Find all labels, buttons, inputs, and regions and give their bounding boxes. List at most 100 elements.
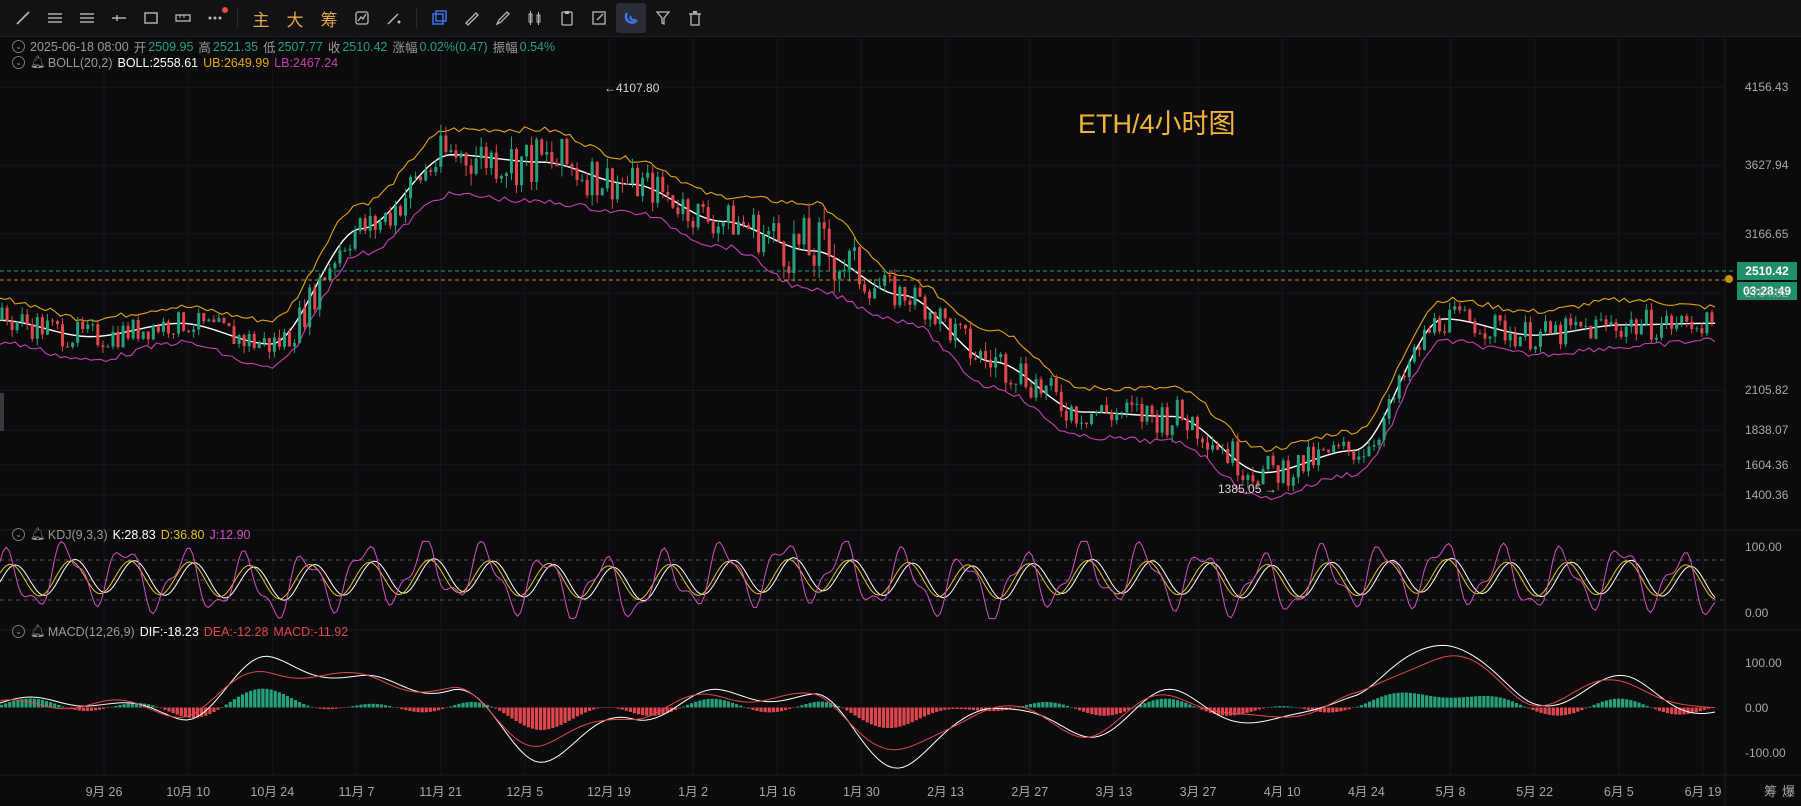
candle-body [1226, 448, 1230, 463]
candle-body [1347, 441, 1351, 451]
macd-histogram-bar [494, 707, 498, 709]
candlestick-icon[interactable] [520, 3, 550, 33]
horizontal-ray-icon[interactable] [104, 3, 134, 33]
candle-body [378, 221, 382, 230]
macd-histogram-bar [1045, 701, 1049, 708]
macd-histogram-bar [294, 700, 298, 708]
collapse-icon[interactable]: ⌄ [12, 40, 25, 53]
macd-histogram-bar [163, 707, 167, 710]
rectangle-icon[interactable] [136, 3, 166, 33]
chip-distribution-button[interactable]: 筹 [313, 3, 345, 33]
macd-histogram-bar [1151, 700, 1155, 708]
bell-icon[interactable]: 🔔︎ [30, 624, 46, 639]
macd-y-tick-label: 0.00 [1745, 700, 1769, 715]
boll-lb: LB:2467.24 [274, 55, 339, 70]
macd-histogram-bar [873, 707, 878, 726]
macd-histogram-bar [167, 707, 171, 712]
candle-body [1090, 413, 1094, 425]
candle-body [1493, 315, 1497, 337]
macd-histogram-bar [939, 707, 943, 711]
magnet-icon[interactable] [616, 3, 646, 33]
macd-histogram-bar [926, 707, 931, 715]
main-indicator-button[interactable]: 主 [245, 3, 277, 33]
candle-body [1352, 450, 1356, 460]
macd-histogram-bar [1470, 696, 1474, 708]
candle-body [459, 153, 463, 158]
note-edit-icon[interactable] [584, 3, 614, 33]
candle-body [1160, 407, 1164, 433]
candle-body [45, 320, 49, 335]
edit-drawing-icon[interactable] [379, 3, 409, 33]
macd-histogram-bar [151, 705, 155, 708]
x-tick-label: 4月 24 [1347, 785, 1385, 799]
candle-body [91, 324, 95, 326]
candle-body [1473, 321, 1477, 334]
liquidation-toggle[interactable]: 爆 [1782, 781, 1795, 800]
candle-body [726, 205, 730, 223]
collapse-icon[interactable]: ⌄ [12, 56, 25, 69]
candle-body [1306, 446, 1310, 472]
candle-body [30, 324, 34, 339]
candle-body [1140, 403, 1144, 422]
macd-histogram-bar [947, 707, 951, 710]
pencil-icon[interactable] [488, 3, 518, 33]
candle-body [449, 150, 453, 153]
indicator-icon[interactable] [347, 3, 377, 33]
candle-body [363, 218, 367, 231]
macd-histogram-bar [1453, 697, 1457, 708]
candle-body [1034, 379, 1038, 398]
x-tick-label: 11月 7 [338, 785, 375, 799]
candle-body [1322, 449, 1326, 451]
macd-histogram-bar [1323, 707, 1327, 713]
trendline-icon[interactable] [8, 3, 38, 33]
clipboard-icon[interactable] [552, 3, 582, 33]
measure-icon[interactable] [456, 3, 486, 33]
collapse-icon[interactable]: ⌄ [12, 528, 25, 541]
x-tick-label: 5月 22 [1516, 785, 1554, 799]
layers-icon[interactable] [424, 3, 454, 33]
candle-body [1483, 333, 1487, 339]
candle-body [0, 307, 4, 321]
macd-histogram-bar [298, 702, 302, 708]
macd-histogram-bar [175, 707, 179, 715]
macd-histogram-bar [1670, 707, 1674, 714]
candle-body [232, 326, 236, 344]
macd-dif: DIF:-18.23 [139, 624, 199, 639]
macd-histogram-bar [114, 705, 118, 708]
candle-body [812, 255, 816, 266]
chips-toggle[interactable]: 筹 [1764, 781, 1777, 800]
large-order-button[interactable]: 大 [279, 3, 311, 33]
panel-resize-handle[interactable] [0, 393, 4, 431]
macd-histogram-bar [588, 707, 592, 711]
trash-icon[interactable] [680, 3, 710, 33]
parallel-channel-icon[interactable] [72, 3, 102, 33]
macd-histogram-bar [894, 707, 898, 728]
alert-marker-icon[interactable] [1725, 275, 1733, 283]
max-price-value: 4107.80 [616, 81, 660, 95]
macd-histogram-bar [1327, 707, 1331, 713]
macd-histogram-bar [1445, 697, 1449, 708]
candle-body [1332, 445, 1336, 453]
macd-histogram-bar [1604, 700, 1608, 708]
macd-histogram-bar [1102, 707, 1106, 716]
candle-body [1211, 445, 1215, 450]
filter-icon[interactable] [648, 3, 678, 33]
horizontal-lines-icon[interactable] [40, 3, 70, 33]
collapse-icon[interactable]: ⌄ [12, 625, 25, 638]
macd-histogram-bar [1645, 705, 1649, 708]
bell-icon[interactable]: 🔔︎ [30, 527, 46, 542]
last-price-tag: 2510.42 [1737, 262, 1797, 280]
macd-histogram-bar [1559, 707, 1564, 716]
candle-body [837, 271, 841, 280]
macd-histogram-bar [898, 707, 902, 727]
candle-body [126, 325, 130, 339]
bell-icon[interactable]: 🔔︎ [30, 55, 46, 70]
more-icon[interactable] [200, 3, 230, 33]
macd-histogram-bar [1641, 704, 1645, 708]
kdj-j: J:12.90 [209, 527, 251, 542]
ruler-icon[interactable] [168, 3, 198, 33]
macd-histogram-bar [1229, 707, 1233, 716]
chart-canvas[interactable] [0, 36, 1801, 806]
candle-body [1362, 456, 1366, 458]
candle-body [958, 323, 962, 325]
